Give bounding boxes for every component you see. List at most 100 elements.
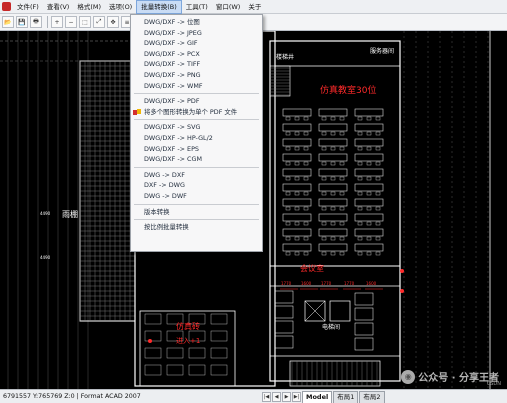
- chair: [366, 131, 372, 136]
- menu-option[interactable]: DXF -> DWG: [131, 180, 262, 191]
- layers-icon-glyph: ≡: [124, 18, 130, 26]
- menu-options[interactable]: 选项(O): [105, 0, 136, 14]
- zoom-window-icon[interactable]: ⬚: [79, 16, 91, 28]
- pan-icon[interactable]: ✥: [107, 16, 119, 28]
- desk: [354, 168, 384, 177]
- desk: [318, 213, 348, 222]
- pdf-merge-icon: [133, 108, 141, 116]
- menu-option[interactable]: DWG -> DWF: [131, 191, 262, 202]
- menu-about[interactable]: 关于: [244, 0, 265, 14]
- chair: [366, 191, 372, 196]
- desk: [282, 153, 312, 162]
- chair: [375, 116, 381, 121]
- chair: [375, 131, 381, 136]
- label-entrance: 进入+1: [176, 337, 200, 345]
- desk: [282, 213, 312, 222]
- desk: [282, 168, 312, 177]
- menu-option[interactable]: DWG/DXF -> SVG: [131, 122, 262, 133]
- desk: [354, 108, 384, 117]
- save-icon[interactable]: 💾: [16, 16, 28, 28]
- desk: [354, 153, 384, 162]
- open-folder-icon[interactable]: 📂: [2, 16, 14, 28]
- menu-option-label: DWG/DXF -> HP-GL/2: [144, 133, 213, 142]
- marker: [400, 289, 404, 293]
- menu-option[interactable]: DWG/DXF -> EPS: [131, 144, 262, 155]
- menu-option-label: DWG/DXF -> PNG: [144, 70, 201, 79]
- last-tab-button[interactable]: ▶|: [292, 391, 301, 402]
- zoom-out-icon[interactable]: −: [65, 16, 77, 28]
- menu-option-label: 将多个图形转换为单个 PDF 文件: [144, 107, 238, 116]
- print-icon[interactable]: 🖶: [30, 16, 42, 28]
- menu-option-label: DWG/DXF -> JPEG: [144, 28, 202, 37]
- menu-option[interactable]: 按比例批量转换: [131, 222, 262, 233]
- menu-option[interactable]: DWG/DXF -> WMF: [131, 81, 262, 92]
- zoom-in-icon[interactable]: +: [51, 16, 63, 28]
- menu-option-label: DWG/DXF -> CGM: [144, 155, 202, 164]
- chair: [294, 191, 300, 196]
- menu-option[interactable]: DWG/DXF -> JPEG: [131, 28, 262, 39]
- menu-option[interactable]: DWG/DXF -> HP-GL/2: [131, 133, 262, 144]
- room-box: [354, 322, 374, 336]
- chair: [339, 146, 345, 151]
- menu-tools[interactable]: 工具(T): [182, 0, 212, 14]
- tab-model[interactable]: Model: [302, 390, 333, 403]
- menu-option[interactable]: DWG/DXF -> PNG: [131, 70, 262, 81]
- menu-option[interactable]: 将多个图形转换为单个 PDF 文件: [131, 107, 262, 118]
- menu-option[interactable]: DWG/DXF -> PCX: [131, 49, 262, 60]
- tab-layout2[interactable]: 布局2: [359, 390, 385, 403]
- chair: [366, 176, 372, 181]
- chair: [285, 161, 291, 166]
- chair: [285, 176, 291, 181]
- chair: [375, 236, 381, 241]
- menu-option-label: DWG -> DXF: [144, 170, 185, 179]
- chair: [294, 206, 300, 211]
- chair: [321, 131, 327, 136]
- menu-option[interactable]: DWG/DXF -> 位图: [131, 17, 262, 28]
- first-tab-button[interactable]: |◀: [262, 391, 271, 402]
- menu-option-label: 版本转换: [144, 207, 170, 216]
- menu-format[interactable]: 格式(M): [73, 0, 105, 14]
- label-stairwell: 楼梯井: [276, 53, 294, 61]
- menu-batch-convert[interactable]: 批量转换(B): [136, 0, 182, 14]
- menu-option[interactable]: DWG/DXF -> CGM: [131, 154, 262, 165]
- label-service-room: 服务器间: [370, 47, 394, 55]
- menu-option[interactable]: DWG/DXF -> TIFF: [131, 59, 262, 70]
- desk: [282, 123, 312, 132]
- status-bar: 6791557 Y:765769 Z:0 | Format ACAD 2007 …: [0, 389, 507, 403]
- menu-option[interactable]: DWG -> DXF: [131, 170, 262, 181]
- menu-window[interactable]: 窗口(W): [212, 0, 245, 14]
- stair-bottom: [289, 360, 381, 387]
- desk: [166, 347, 184, 359]
- label-simulated-room: 仿真砖: [176, 321, 200, 331]
- chair: [294, 251, 300, 256]
- tab-layout1[interactable]: 布局1: [333, 390, 359, 403]
- menu-option[interactable]: DWG/DXF -> PDF: [131, 96, 262, 107]
- next-tab-button[interactable]: ▶: [282, 391, 291, 402]
- chair: [303, 236, 309, 241]
- desk: [354, 198, 384, 207]
- csdn-mark: CSDN: [486, 381, 501, 387]
- menu-file[interactable]: 文件(F): [13, 0, 43, 14]
- pan-icon-glyph: ✥: [110, 18, 116, 26]
- zoom-in-icon-glyph: +: [54, 18, 60, 26]
- prev-tab-button[interactable]: ◀: [272, 391, 281, 402]
- dimension-label: 1600: [301, 281, 312, 286]
- chair: [366, 221, 372, 226]
- room-box: [274, 335, 294, 349]
- zoom-extents-icon[interactable]: ⤢: [93, 16, 105, 28]
- toolbar-separator: [47, 16, 48, 28]
- dimension-label: 1770: [344, 281, 355, 286]
- chair: [330, 206, 336, 211]
- menu-option-label: DXF -> DWG: [144, 181, 185, 190]
- save-icon-glyph: 💾: [18, 18, 26, 26]
- desk: [318, 138, 348, 147]
- menu-option[interactable]: 版本转换: [131, 207, 262, 218]
- chair: [339, 206, 345, 211]
- desk: [144, 313, 162, 325]
- room-box: [354, 292, 374, 306]
- chair: [339, 131, 345, 136]
- menu-option[interactable]: DWG/DXF -> GIF: [131, 38, 262, 49]
- menu-view[interactable]: 查看(V): [43, 0, 74, 14]
- dimension-label: 4490: [40, 255, 51, 260]
- desk: [354, 243, 384, 252]
